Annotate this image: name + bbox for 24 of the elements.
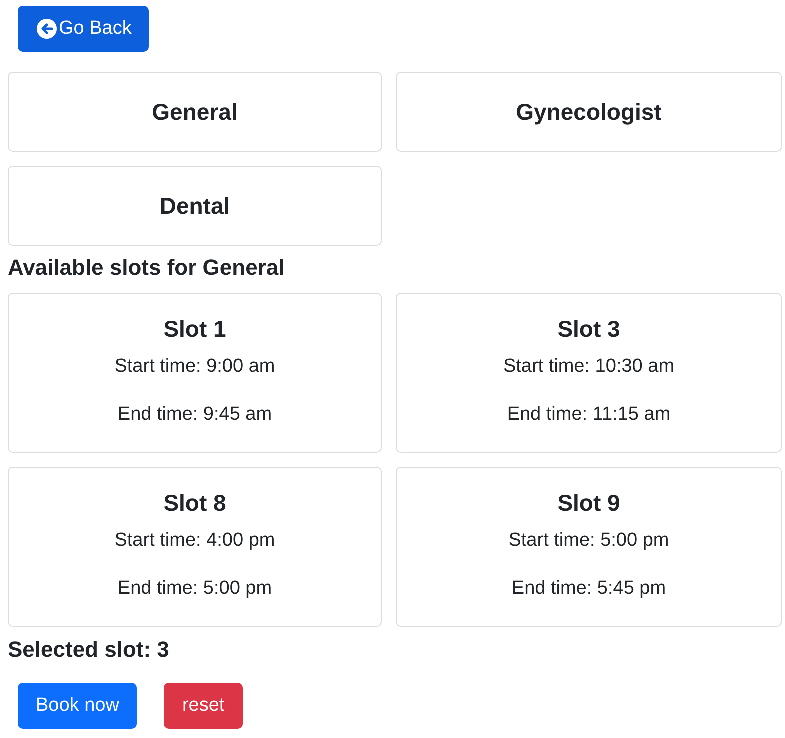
slot-title: Slot 1 (164, 316, 226, 343)
slot-card[interactable]: Slot 8 Start time: 4:00 pm End time: 5:00 pm (8, 467, 382, 627)
category-card[interactable]: Gynecologist (396, 72, 782, 152)
slot-card[interactable]: Slot 9 Start time: 5:00 pm End time: 5:45 pm (396, 467, 782, 627)
end-time: End time: 11:15 am (507, 404, 671, 426)
book-now-button[interactable]: Book now (18, 683, 138, 729)
end-time: End time: 5:45 pm (512, 578, 666, 600)
category-card[interactable]: General (8, 72, 382, 152)
slot-card[interactable]: Slot 1 Start time: 9:00 am End time: 9:45 am (8, 293, 382, 453)
start-time: Start time: 4:00 pm (114, 530, 276, 552)
category-card[interactable]: Dental (8, 166, 382, 246)
slot-card[interactable]: Slot 3 Start time: 10:30 am End time: 11:15 am (396, 293, 782, 453)
go-back-button[interactable]: Go Back (18, 6, 149, 52)
slot-title: Slot 3 (558, 316, 620, 343)
selected-slot-text: Selected slot: 3 (8, 637, 170, 663)
start-time: Start time: 5:00 pm (508, 530, 670, 552)
slot-title: Slot 8 (164, 490, 226, 517)
slots-heading: Available slots for General (8, 255, 286, 281)
end-time: End time: 5:00 pm (118, 578, 272, 600)
reset-button[interactable]: reset (164, 683, 243, 729)
start-time: Start time: 10:30 am (503, 356, 675, 378)
start-time: Start time: 9:00 am (114, 356, 276, 378)
slot-title: Slot 9 (558, 490, 620, 517)
end-time: End time: 9:45 am (118, 404, 272, 426)
